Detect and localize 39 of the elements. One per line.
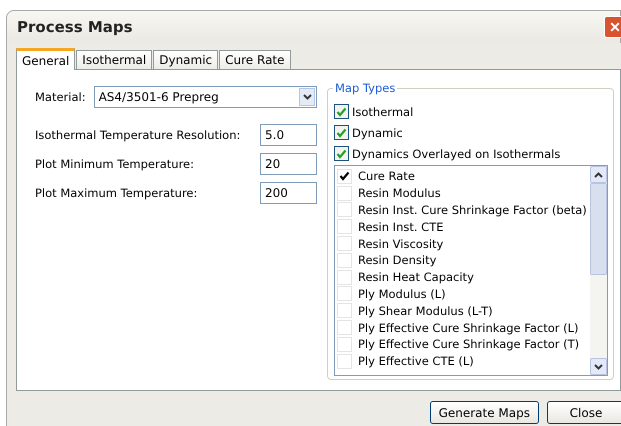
list-item[interactable]: Resin Inst. Cure Shrinkage Factor (beta) [358,202,587,217]
list-item[interactable]: Resin Inst. CTE [358,220,444,234]
scrollbar[interactable] [590,166,607,375]
list-item[interactable]: Resin Modulus [358,186,441,200]
tab[interactable]: General [16,48,76,70]
checkbox-label: Isothermal [352,104,414,118]
material-dropdown[interactable]: AS4/3501-6 Prepreg [94,86,317,108]
input-field[interactable]: 200 [260,182,317,204]
list-item[interactable]: Ply Modulus (L) [358,286,446,301]
list-item[interactable]: Resin Viscosity [358,236,444,251]
scroll-up-icon[interactable] [590,166,607,183]
checkbox[interactable] [334,125,349,140]
tab[interactable]: Isothermal [76,50,152,69]
checkbox[interactable] [334,146,349,161]
tab[interactable]: Cure Rate [219,50,291,69]
dialog-button[interactable]: Generate Maps [430,401,539,424]
input-field[interactable]: 20 [260,152,317,174]
close-button[interactable]: × [604,16,621,38]
checkbox-label: Dynamics Overlayed on Isothermals [352,146,560,160]
checkbox-label: Dynamic [352,126,403,140]
list-item[interactable]: Resin Density [358,253,436,268]
material-label: Material: [35,90,86,104]
list-item[interactable]: Resin Heat Capacity [358,270,474,284]
group-title: Map Types [333,81,398,95]
tab[interactable]: Dynamic [153,50,218,69]
list-item[interactable]: Ply Effective Cure Shrinkage Factor (L) [358,320,579,335]
field-label: Plot Maximum Temperature: [35,186,198,200]
list-item[interactable]: Ply Effective CTE (L) [358,354,474,368]
list-item[interactable]: Cure Rate [358,169,415,184]
scroll-down-icon[interactable] [590,358,607,375]
checkbox[interactable] [334,104,349,119]
dialog-button[interactable]: Close [547,401,621,424]
list-item[interactable]: Ply Shear Modulus (L-T) [358,304,493,318]
scroll-thumb[interactable] [590,183,607,275]
field-label: Plot Minimum Temperature: [35,156,194,170]
list-item[interactable]: Ply Effective Cure Shrinkage Factor (T) [358,337,580,352]
window-title: Process Maps [17,18,133,36]
field-label: Isothermal Temperature Resolution: [35,128,240,142]
input-field[interactable]: 5.0 [260,124,317,146]
